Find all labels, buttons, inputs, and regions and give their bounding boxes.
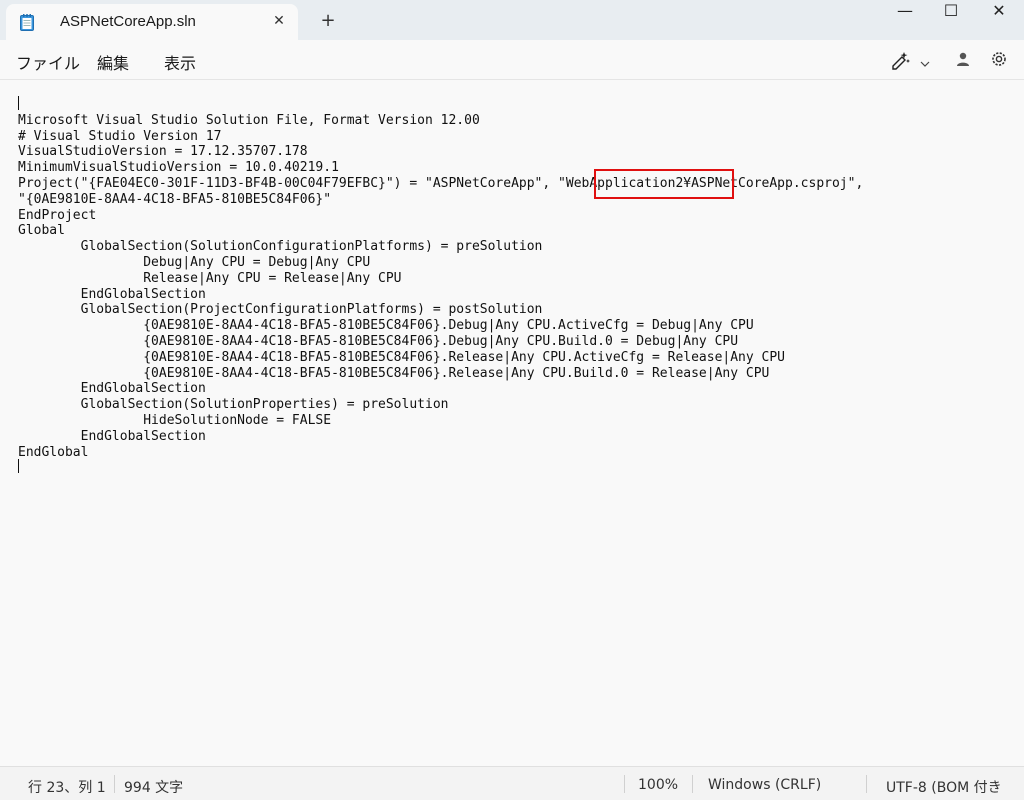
close-tab-icon[interactable]: ✕ bbox=[270, 12, 288, 30]
title-bar: ASPNetCoreApp.sln ✕ + — ☐ ✕ bbox=[0, 0, 1024, 40]
menu-view[interactable]: 表示 bbox=[164, 50, 196, 74]
chevron-down-icon[interactable] bbox=[920, 53, 930, 72]
text-line: {0AE9810E-8AA4-4C18-BFA5-810BE5C84F06}.D… bbox=[18, 333, 739, 349]
tab-title: ASPNetCoreApp.sln bbox=[60, 13, 196, 30]
text-line: MinimumVisualStudioVersion = 10.0.40219.… bbox=[18, 160, 339, 176]
text-line: Global bbox=[18, 223, 65, 239]
text-line bbox=[18, 460, 863, 476]
new-tab-button[interactable]: + bbox=[318, 11, 338, 31]
menu-bar: ファイル 編集 表示 bbox=[0, 40, 1024, 80]
status-divider bbox=[866, 775, 867, 793]
text-caret bbox=[18, 459, 19, 473]
status-bar: 行 23、列 1 994 文字 100% Windows (CRLF) UTF-… bbox=[0, 766, 1024, 800]
account-icon[interactable] bbox=[955, 51, 971, 71]
text-line: Release|Any CPU = Release|Any CPU bbox=[18, 270, 402, 286]
text-caret-top bbox=[18, 96, 19, 110]
encoding[interactable]: UTF-8 (BOM 付き bbox=[886, 777, 1002, 797]
text-line: EndGlobalSection bbox=[18, 381, 206, 397]
text-line: EndGlobalSection bbox=[18, 428, 206, 444]
menu-edit[interactable]: 編集 bbox=[97, 50, 129, 74]
text-line: EndGlobal bbox=[18, 444, 89, 460]
text-line: "{0AE9810E-8AA4-4C18-BFA5-810BE5C84F06}" bbox=[18, 191, 332, 207]
text-line: GlobalSection(SolutionConfigurationPlatf… bbox=[18, 239, 543, 255]
status-divider bbox=[114, 775, 115, 793]
text-line: GlobalSection(ProjectConfigurationPlatfo… bbox=[18, 302, 543, 318]
text-line: EndProject bbox=[18, 207, 97, 223]
settings-icon[interactable] bbox=[990, 50, 1008, 72]
zoom-level[interactable]: 100% bbox=[638, 777, 678, 793]
text-line bbox=[18, 97, 863, 113]
text-line: {0AE9810E-8AA4-4C18-BFA5-810BE5C84F06}.R… bbox=[18, 365, 770, 381]
text-line: HideSolutionNode = FALSE bbox=[18, 412, 332, 428]
character-count: 994 文字 bbox=[124, 780, 184, 796]
text-line: Debug|Any CPU = Debug|Any CPU bbox=[18, 254, 371, 270]
status-divider bbox=[624, 775, 625, 793]
text-line: Project("{FAE04EC0-301F-11D3-BF4B-00C04F… bbox=[18, 175, 864, 191]
text-line: EndGlobalSection bbox=[18, 286, 206, 302]
text-line: GlobalSection(SolutionProperties) = preS… bbox=[18, 397, 449, 413]
text-line: VisualStudioVersion = 17.12.35707.178 bbox=[18, 144, 308, 160]
cursor-position: 行 23、列 1 bbox=[28, 780, 106, 796]
text-line: {0AE9810E-8AA4-4C18-BFA5-810BE5C84F06}.R… bbox=[18, 349, 786, 365]
maximize-button[interactable]: ☐ bbox=[928, 0, 974, 36]
status-divider bbox=[692, 775, 693, 793]
highlight-box bbox=[594, 169, 734, 199]
close-window-button[interactable]: ✕ bbox=[976, 0, 1022, 36]
document-text[interactable]: Microsoft Visual Studio Solution File, F… bbox=[18, 97, 863, 476]
text-editor[interactable]: Microsoft Visual Studio Solution File, F… bbox=[0, 80, 1024, 766]
text-line: {0AE9810E-8AA4-4C18-BFA5-810BE5C84F06}.D… bbox=[18, 318, 754, 334]
text-line: Microsoft Visual Studio Solution File, F… bbox=[18, 112, 480, 128]
notepad-icon bbox=[20, 14, 34, 31]
document-tab[interactable]: ASPNetCoreApp.sln ✕ bbox=[6, 4, 298, 40]
menu-file[interactable]: ファイル bbox=[16, 50, 80, 74]
line-ending[interactable]: Windows (CRLF) bbox=[708, 777, 821, 793]
copilot-icon[interactable] bbox=[890, 50, 912, 74]
text-line: # Visual Studio Version 17 bbox=[18, 128, 222, 144]
minimize-button[interactable]: — bbox=[882, 0, 928, 36]
